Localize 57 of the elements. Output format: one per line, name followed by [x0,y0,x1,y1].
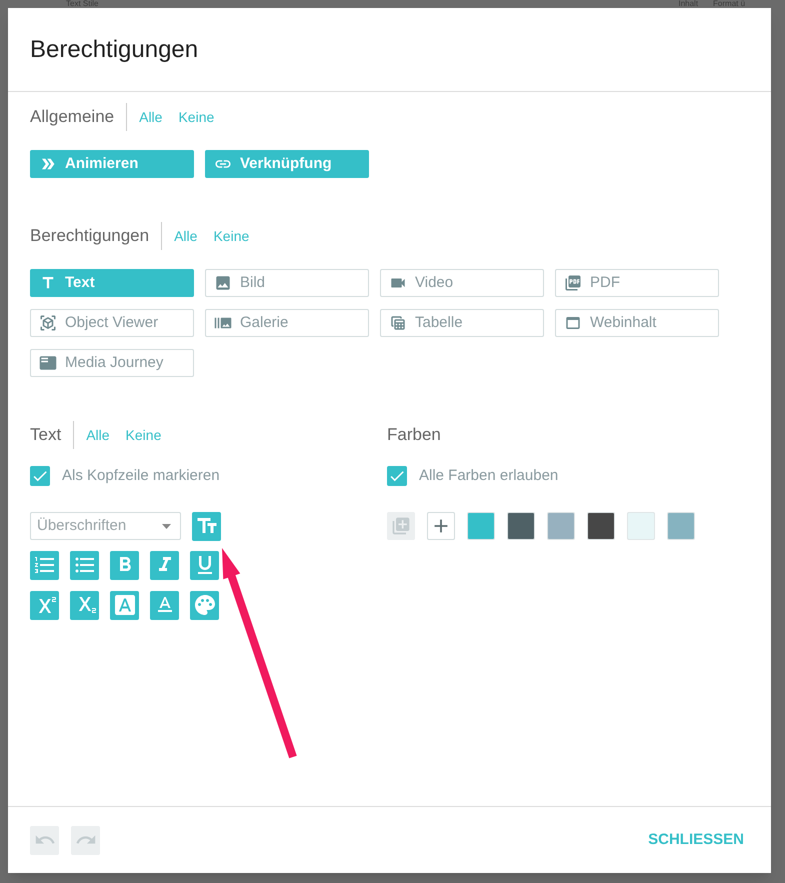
format-button[interactable] [190,590,219,620]
table-icon [389,314,407,332]
color-swatch[interactable] [627,512,655,540]
dialog-title: Berechtigungen [30,34,198,64]
checkbox-label: Als Kopfzeile markieren [62,466,220,486]
select-all-link[interactable]: Alle [86,424,110,446]
format-button[interactable] [190,550,219,580]
color-swatch[interactable] [547,512,575,540]
image-icon [214,274,232,292]
format-button[interactable] [30,590,59,620]
permission-toggle[interactable]: PDF [555,269,719,297]
format-button[interactable] [150,550,179,580]
font-case-icon [112,593,136,617]
permission-toggle[interactable]: Media Journey [30,349,194,377]
layers-plus-icon [391,516,411,536]
media-card-icon [39,354,57,372]
permission-toggle[interactable]: Verknüpfung [205,150,369,178]
format-button[interactable] [150,590,179,620]
color-swatch[interactable] [667,512,695,540]
format-button[interactable] [192,512,221,540]
select-all-link[interactable]: Alle [139,106,162,128]
section-title: Farben [387,424,442,446]
checkbox[interactable] [30,466,50,486]
select-none-link[interactable]: Keine [178,106,214,128]
checkbox-label: Alle Farben erlauben [419,466,558,486]
palette-icon [192,593,216,617]
format-button[interactable] [30,550,59,580]
checkbox[interactable] [387,466,407,486]
format-button[interactable] [110,550,139,580]
section-title: Allgemeine [30,103,128,131]
select-none-link[interactable]: Keine [213,226,250,246]
color-swatch[interactable] [507,512,535,540]
format-button[interactable] [110,590,139,620]
permission-toggle[interactable]: Galerie [205,309,369,337]
permission-toggle[interactable]: Video [380,269,544,297]
permission-toggle[interactable]: Text [30,269,194,297]
permission-toggle[interactable]: Object Viewer [30,309,194,337]
permission-toggle[interactable]: Tabelle [380,309,544,337]
section-title: Text [30,421,74,449]
section-title: Berechtigungen [30,222,162,250]
window-icon [564,314,582,332]
select-all-link[interactable]: Alle [174,226,198,246]
add-color-button[interactable] [427,512,455,540]
permission-toggle[interactable]: Bild [205,269,369,297]
format-button[interactable] [70,550,99,580]
format-button[interactable] [70,590,99,620]
permission-toggle[interactable]: Animieren [30,150,194,178]
heading-dropdown[interactable]: Überschriften [30,512,181,540]
select-none-link[interactable]: Keine [126,424,162,446]
color-swatch[interactable] [587,512,615,540]
pdf-icon [564,274,582,292]
dropdown-caret-icon [162,524,171,528]
cube-icon [39,314,57,332]
permission-toggle[interactable]: Webinhalt [555,309,719,337]
color-swatch[interactable] [467,512,495,540]
close-button[interactable]: SCHLIESSEN [648,828,744,852]
add-palette-button[interactable] [387,512,415,540]
